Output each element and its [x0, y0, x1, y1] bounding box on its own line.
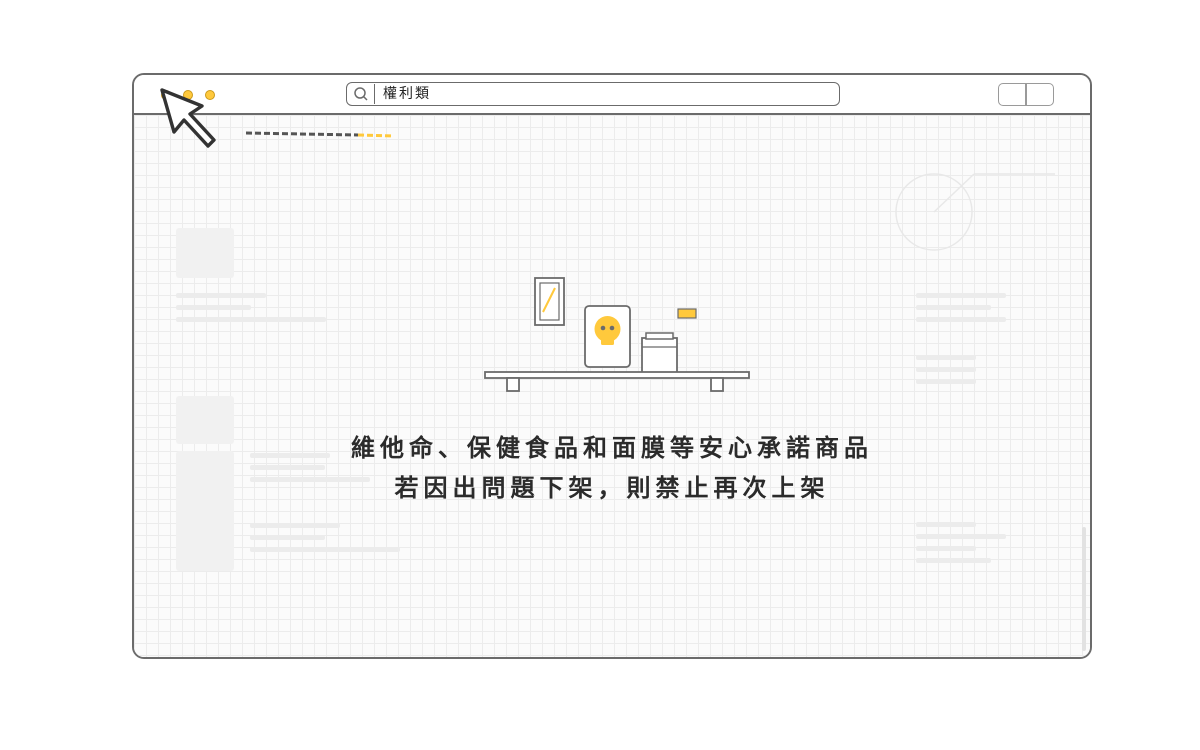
message-line-1: 維他命、保健食品和面膜等安心承諾商品: [134, 428, 1090, 463]
placeholder-line: [250, 523, 340, 528]
placeholder-line: [916, 367, 976, 372]
empty-shelf-illustration: [484, 277, 750, 392]
placeholder-line: [916, 305, 991, 310]
placeholder-line: [176, 317, 326, 322]
placeholder-line: [176, 305, 251, 310]
skull-icon: [584, 305, 631, 368]
placeholder-line: [916, 546, 976, 551]
placeholder-line: [250, 547, 400, 552]
search-icon: [349, 84, 375, 104]
shelf-icon: [484, 371, 750, 392]
placeholder-line: [916, 355, 976, 360]
picture-frame-icon: [534, 277, 565, 326]
message-text: 維他命、保健食品和面膜等安心承諾商品: [351, 434, 873, 462]
loading-dashes: [246, 131, 395, 138]
placeholder-line: [176, 293, 266, 298]
browser-titlebar: 權利類: [134, 75, 1090, 115]
page-stage: 權利類 維他命、保健食品和面膜等安心承諾商品 若因出問題下架，則禁止再次上架: [0, 0, 1200, 750]
message-line-2: 若因出問題下架，則禁止再次上架: [134, 468, 1090, 503]
placeholder-thumbnail: [176, 228, 234, 278]
placeholder-line: [916, 522, 976, 527]
placeholder-line: [916, 379, 976, 384]
scrollbar[interactable]: [1082, 527, 1086, 651]
window-buttons[interactable]: [998, 83, 1054, 106]
placeholder-line: [916, 534, 1006, 539]
jar-icon: [641, 332, 678, 374]
placeholder-line: [250, 535, 325, 540]
placeholder-line: [916, 317, 1006, 322]
message-text: 若因出問題下架，則禁止再次上架: [394, 474, 830, 502]
address-bar-text: 權利類: [383, 86, 431, 102]
price-tag-icon: [677, 308, 697, 319]
address-bar[interactable]: 權利類: [346, 82, 840, 106]
placeholder-line: [916, 558, 991, 563]
cursor-icon: [160, 88, 216, 148]
decorative-circle-icon: [895, 173, 1055, 251]
placeholder-line: [916, 293, 1006, 298]
